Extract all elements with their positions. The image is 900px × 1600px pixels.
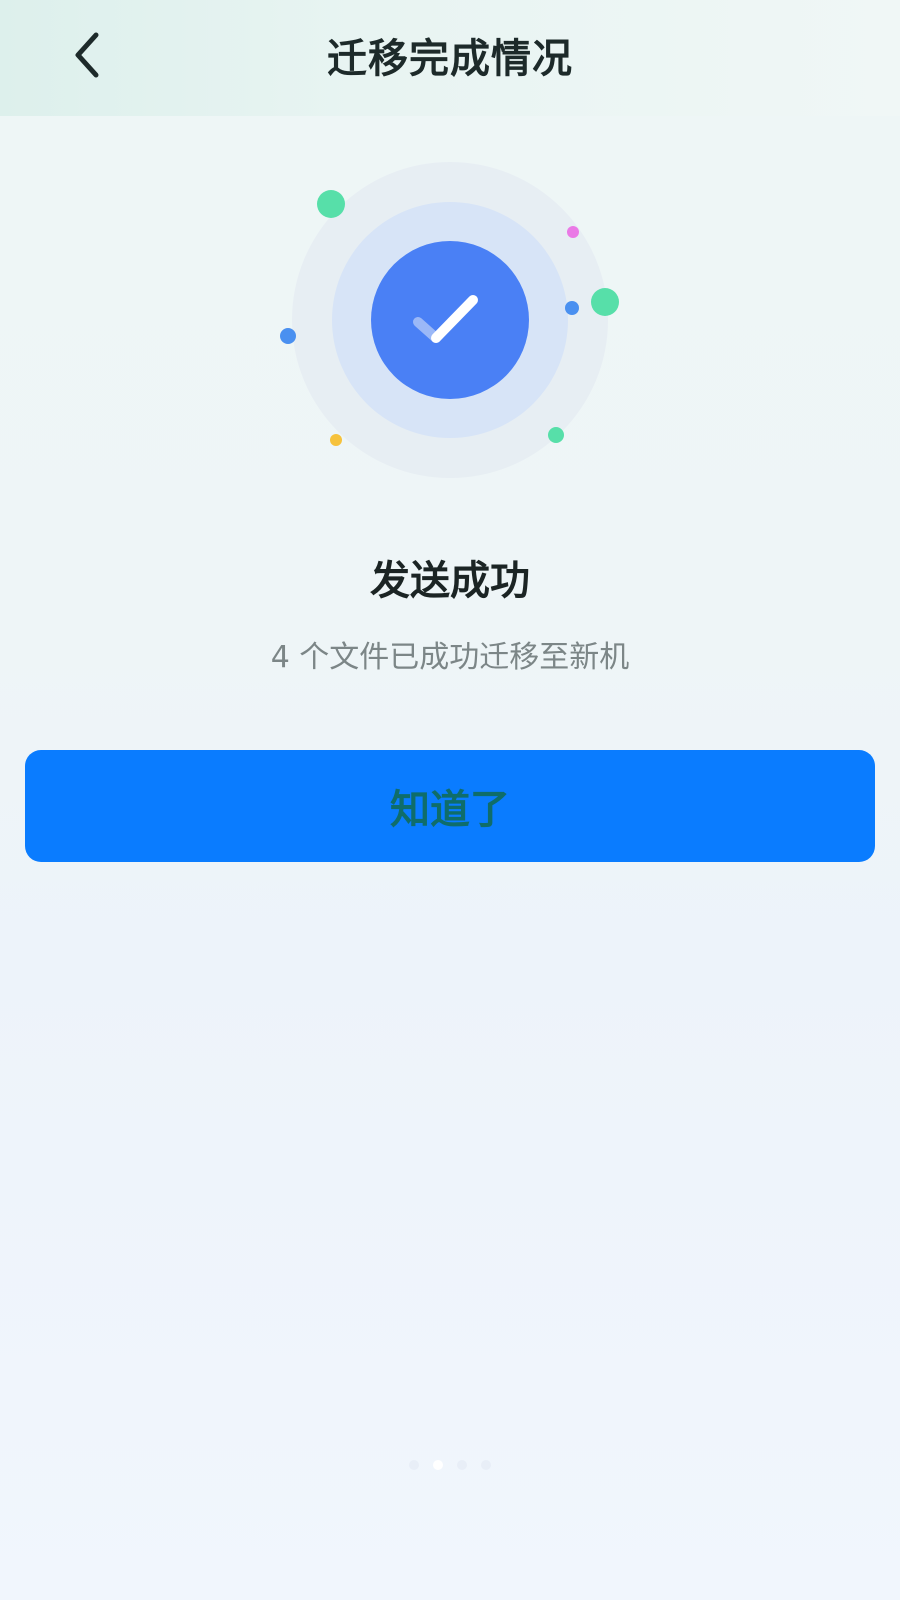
result-detail: 4 个文件已成功迁移至新机: [270, 640, 630, 675]
page-dot: [481, 1460, 491, 1470]
confetti-dot: [591, 288, 619, 316]
page-dot: [457, 1460, 467, 1470]
page-dot: [409, 1460, 419, 1470]
confetti-dot: [567, 226, 579, 238]
check-circle-icon: [371, 241, 529, 399]
confetti-dot: [280, 328, 296, 344]
ok-button[interactable]: 知道了: [25, 750, 875, 862]
page-indicator: [395, 1458, 505, 1472]
confetti-dot: [317, 190, 345, 218]
page-dot-active: [433, 1460, 443, 1470]
page-title: 迁移完成情况: [327, 36, 573, 82]
success-illustration: [270, 155, 630, 515]
top-bar: 迁移完成情况: [0, 0, 900, 116]
confetti-dot: [330, 434, 342, 446]
confetti-dot: [565, 301, 579, 315]
result-title: 发送成功: [370, 558, 530, 604]
confetti-dot: [548, 427, 564, 443]
